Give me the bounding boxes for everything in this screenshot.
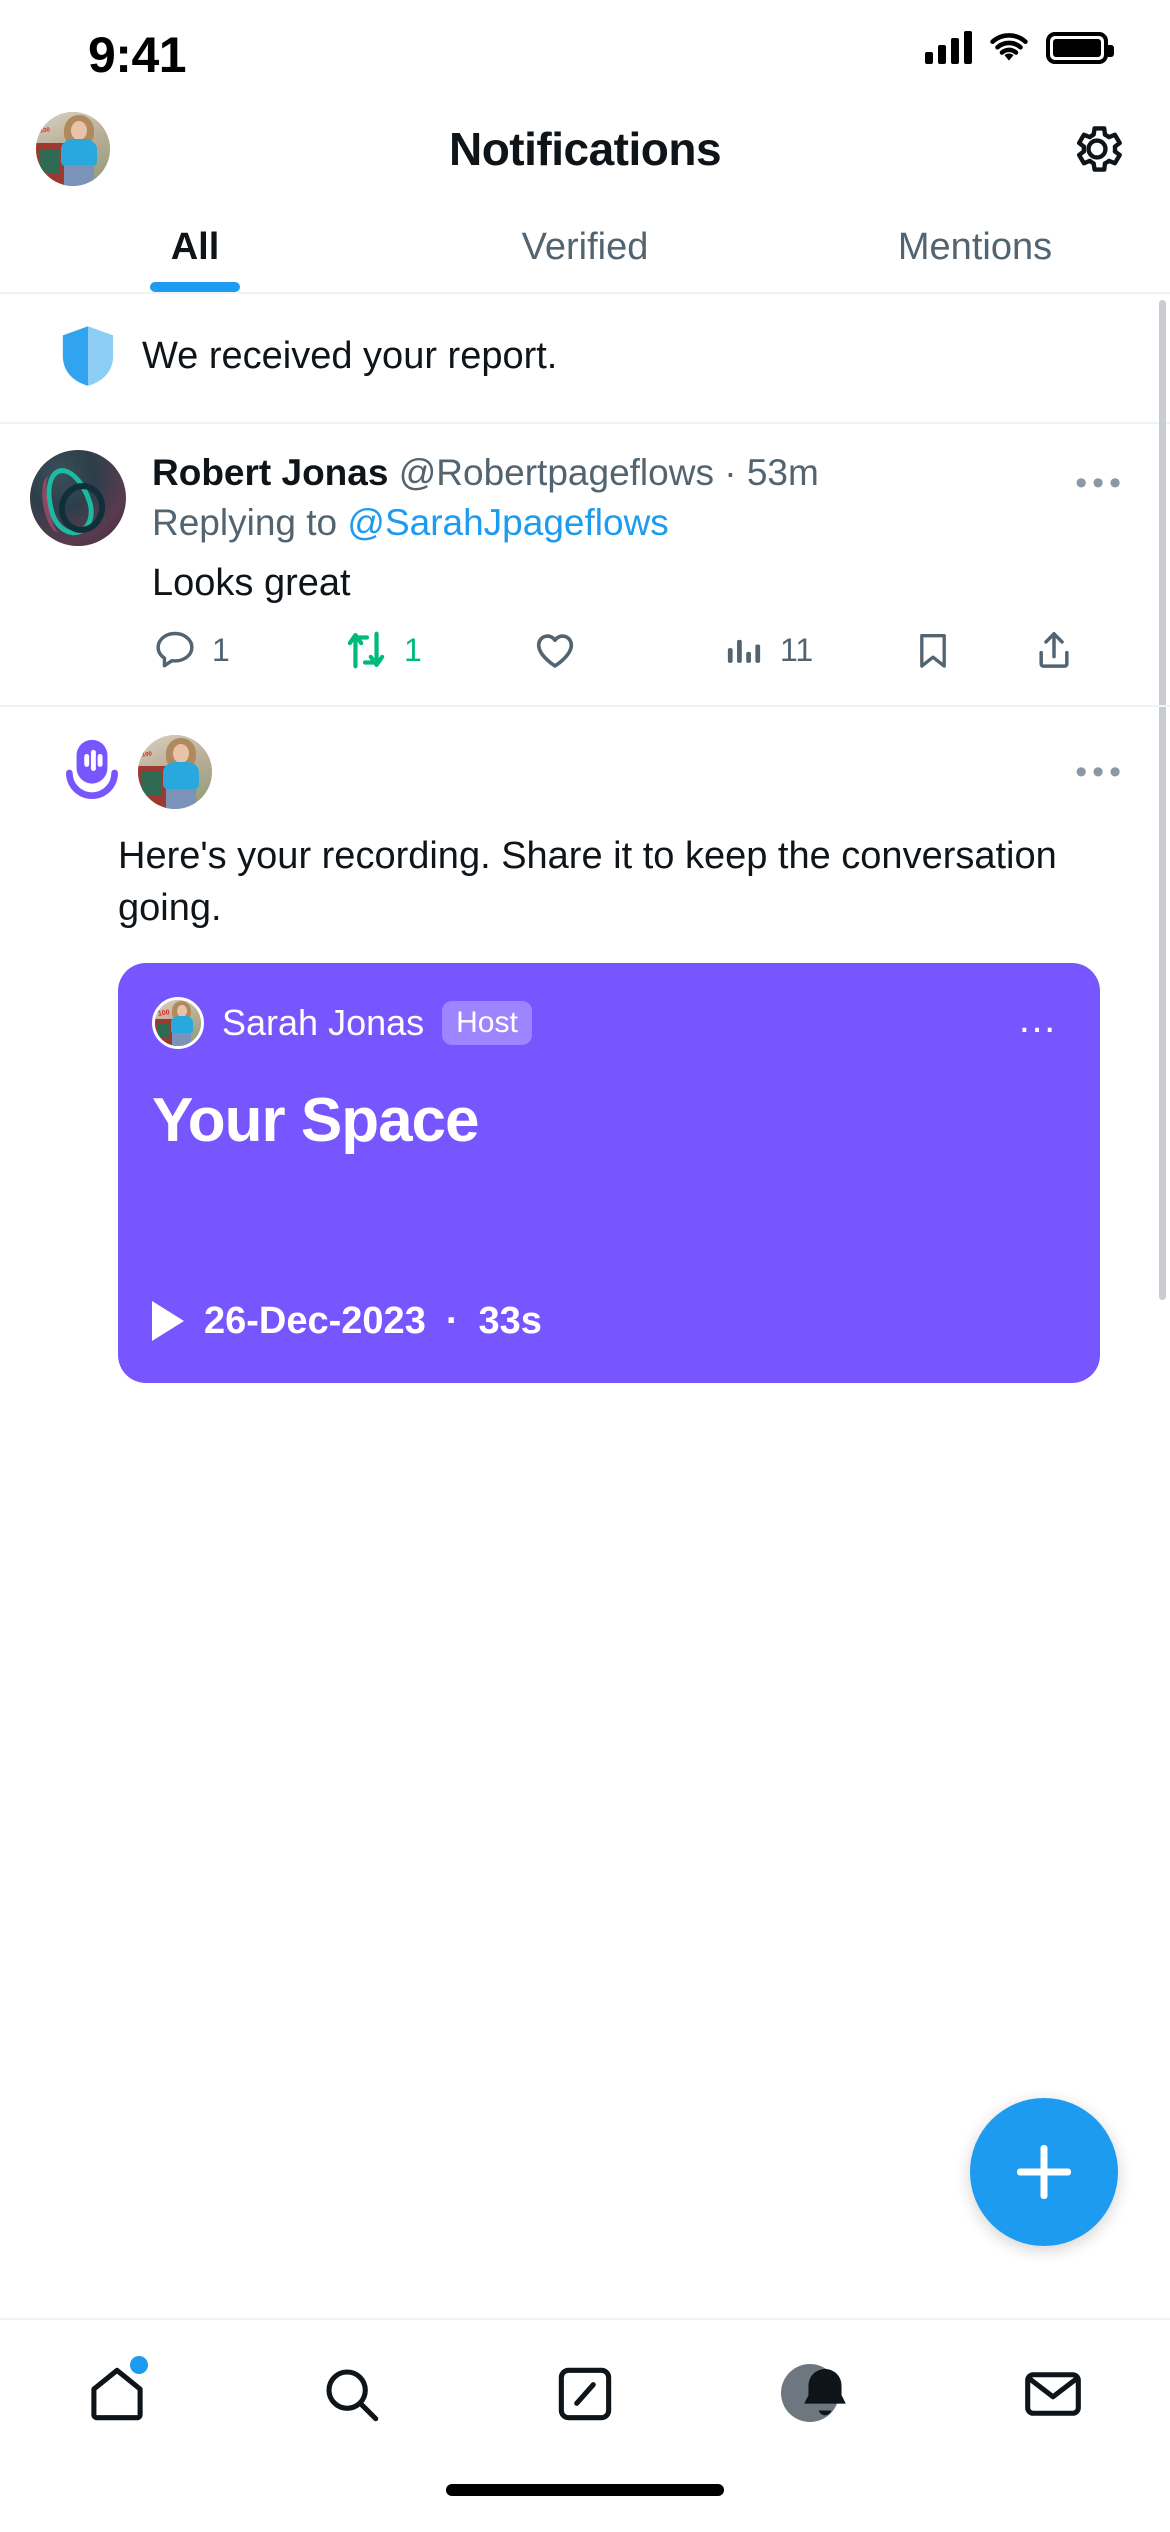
status-bar: 9:41 [0, 0, 1170, 96]
spaces-microphone-icon [66, 740, 118, 800]
bookmark-icon [920, 634, 946, 669]
tab-mentions[interactable]: Mentions [780, 202, 1170, 292]
notifications-screen: 9:41 100 Notifications All Verified Ment… [0, 0, 1170, 2532]
replying-to-handle[interactable]: @SarahJpageflows [347, 502, 668, 543]
bookmark-button[interactable] [912, 627, 1032, 673]
analytics-icon [727, 640, 761, 664]
space-recording-card[interactable]: … 100 Sarah Jonas Host Your Space 26-Dec… [118, 962, 1100, 1383]
views-count: 11 [780, 631, 814, 668]
space-card-footer[interactable]: 26-Dec-2023 · 33s [152, 1300, 1066, 1343]
tweet-handle[interactable]: @Robertpageflows [399, 452, 714, 493]
nav-home[interactable] [0, 2320, 234, 2468]
reply-icon [156, 632, 194, 668]
space-card-host-row: 100 Sarah Jonas Host [152, 996, 1066, 1049]
reply-count: 1 [212, 631, 230, 668]
nav-notifications[interactable] [702, 2320, 936, 2468]
tweet-display-name[interactable]: Robert Jonas [152, 452, 388, 493]
status-bar-indicators [925, 30, 1114, 64]
tweet-timestamp: 53m [746, 452, 819, 493]
nav-grok[interactable] [468, 2320, 702, 2468]
tab-all[interactable]: All [0, 202, 390, 292]
home-indicator [0, 2468, 1170, 2532]
space-message: Here's your recording. Share it to keep … [118, 835, 1057, 929]
shield-icon [62, 326, 114, 386]
report-text: We received your report. [142, 334, 558, 377]
notifications-feed: We received your report. Robert Jonas @R… [0, 294, 1170, 2318]
nav-messages[interactable] [936, 2320, 1170, 2468]
space-date: 26-Dec-2023 [204, 1299, 426, 1342]
share-icon [1039, 632, 1069, 669]
tweet-more-icon[interactable]: ••• [1075, 466, 1126, 500]
slash-square-icon [558, 2367, 612, 2421]
gear-icon[interactable] [1066, 118, 1128, 180]
signal-bars-icon [925, 30, 972, 64]
space-card-more-icon[interactable]: … [1017, 999, 1062, 1039]
host-badge: Host [442, 1000, 532, 1045]
search-icon [326, 2369, 379, 2422]
avatar[interactable] [30, 450, 126, 546]
battery-full-icon [1046, 32, 1114, 64]
space-header: 100 [30, 735, 1134, 810]
space-host-name: Sarah Jonas [222, 1001, 425, 1043]
play-icon[interactable] [152, 1301, 184, 1342]
retweet-icon [347, 631, 385, 669]
heart-icon [536, 634, 574, 668]
views-button[interactable]: 11 [722, 628, 912, 672]
notification-report-row[interactable]: We received your report. [0, 294, 1170, 424]
retweet-button[interactable]: 1 [342, 627, 532, 673]
space-duration: 33s [478, 1299, 542, 1342]
app-header: 100 Notifications [0, 96, 1170, 202]
avatar[interactable]: 100 [138, 735, 212, 810]
space-title: Your Space [152, 1085, 480, 1155]
bottom-nav [0, 2318, 1170, 2468]
retweet-count: 1 [404, 631, 422, 668]
home-badge-dot [130, 2356, 148, 2374]
replying-to-line: Replying to @SarahJpageflows [152, 502, 1134, 544]
tweet-separator: · [724, 452, 737, 493]
mail-icon [1025, 2372, 1081, 2416]
space-more-icon[interactable]: ••• [1075, 755, 1126, 789]
reply-button[interactable]: 1 [152, 627, 342, 673]
share-button[interactable] [1032, 627, 1090, 673]
bell-icon [804, 2368, 846, 2416]
avatar: 100 [152, 996, 204, 1049]
like-button[interactable] [532, 627, 722, 673]
page-title: Notifications [448, 123, 722, 175]
tweet-action-bar: 1 1 11 [152, 627, 1134, 695]
status-bar-time: 9:41 [88, 27, 187, 83]
tweet-author-line: Robert Jonas @Robertpageflows · 53m [152, 450, 1134, 496]
plus-icon [1017, 2145, 1071, 2199]
space-separator: · [445, 1299, 459, 1342]
tab-verified[interactable]: Verified [390, 202, 780, 292]
notification-space[interactable]: ••• 100 Here's your recording. Share it … [0, 707, 1170, 1422]
compose-button[interactable] [970, 2098, 1118, 2246]
notification-tweet[interactable]: Robert Jonas @Robertpageflows · 53m Repl… [0, 424, 1170, 708]
replying-to-label: Replying to [152, 502, 338, 544]
tweet-body-text: Looks great [152, 562, 351, 605]
notifications-tabs: All Verified Mentions [0, 202, 1170, 294]
wifi-icon [990, 33, 1028, 61]
bell-icon-wrapper [781, 2362, 851, 2426]
nav-search[interactable] [234, 2320, 468, 2468]
